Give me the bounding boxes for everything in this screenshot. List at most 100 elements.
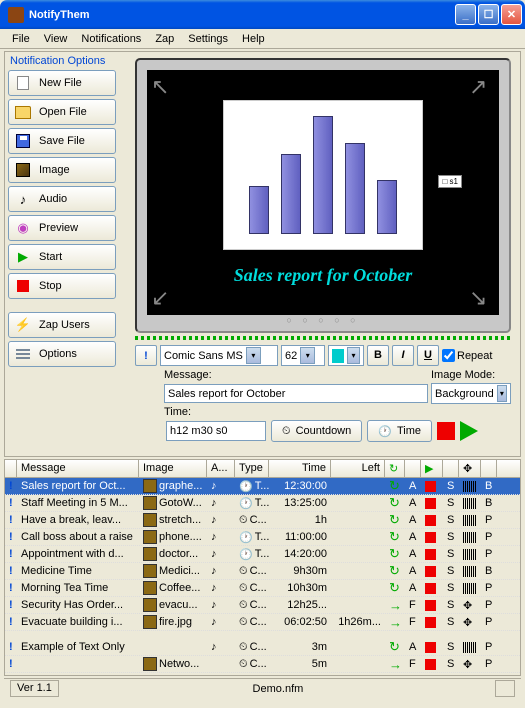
- col-message[interactable]: Message: [17, 460, 139, 477]
- notification-table: Message Image A... Type Time Left ↻ ▶ ✥ …: [4, 459, 521, 676]
- status-bar: Ver 1.1 Demo.nfm: [4, 678, 521, 698]
- row-time: 06:02:50: [269, 615, 331, 629]
- menu-help[interactable]: Help: [235, 31, 272, 47]
- row-stop-icon: [421, 480, 443, 493]
- row-marker: !: [5, 496, 17, 510]
- table-row[interactable]: !Security Has Order... evacu...♪⏲ C...12…: [5, 597, 520, 614]
- row-time: 1h: [269, 513, 331, 527]
- bold-button[interactable]: B: [367, 345, 389, 366]
- chevron-down-icon: ▾: [300, 347, 315, 364]
- font-combo[interactable]: Comic Sans MS▾: [160, 345, 278, 366]
- save-file-button[interactable]: Save File: [8, 128, 116, 154]
- menu-view[interactable]: View: [37, 31, 75, 47]
- table-row[interactable]: ! Netwo...⏲ C...5m→FS✥P: [5, 656, 520, 673]
- table-row[interactable]: !Call boss about a raise phone....♪🕐 T..…: [5, 529, 520, 546]
- table-row[interactable]: !Example of Text Only♪⏲ C...3m↻ASP: [5, 639, 520, 656]
- row-stop-icon: [421, 565, 443, 578]
- color-combo[interactable]: ▾: [328, 345, 364, 366]
- repeat-checkbox[interactable]: Repeat: [442, 349, 492, 362]
- app-icon: [8, 7, 24, 23]
- row-message: Sales report for Oct...: [17, 479, 139, 493]
- separator: [135, 336, 511, 340]
- col-image[interactable]: Image: [139, 460, 207, 477]
- imgmode-combo[interactable]: Background▾: [431, 383, 511, 404]
- table-row[interactable]: !Evacuate building i... fire.jpg♪⏲ C...0…: [5, 614, 520, 631]
- type-icon: 🕐: [239, 548, 253, 561]
- type-icon: ⏲: [239, 599, 248, 612]
- italic-button[interactable]: I: [392, 345, 414, 366]
- countdown-button[interactable]: ⏲Countdown: [271, 420, 362, 442]
- row-audio: [207, 663, 235, 665]
- row-audio: ♪: [207, 564, 235, 578]
- play-icon: ▶: [15, 249, 31, 265]
- preview-caption: Sales report for October: [234, 265, 413, 286]
- start-button[interactable]: ▶Start: [8, 244, 116, 270]
- thumbnail-icon: [143, 615, 157, 629]
- row-type: 🕐 T...: [235, 547, 269, 562]
- preview-button[interactable]: ◉Preview: [8, 215, 116, 241]
- row-move-icon: ✥: [459, 598, 481, 613]
- row-marker: !: [5, 657, 17, 671]
- col-repeat-icon[interactable]: ↻: [385, 460, 405, 477]
- options-icon: [15, 346, 31, 362]
- menu-zap[interactable]: Zap: [148, 31, 181, 47]
- close-button[interactable]: ✕: [501, 4, 522, 25]
- row-stop-icon: [421, 599, 443, 612]
- table-row[interactable]: !Medicine Time Medici...♪⏲ C...9h30m↻ASB: [5, 563, 520, 580]
- new-file-button[interactable]: New File: [8, 70, 116, 96]
- row-move-icon: [459, 582, 481, 595]
- menu-settings[interactable]: Settings: [181, 31, 235, 47]
- type-icon: ⏲: [239, 658, 248, 671]
- maximize-button[interactable]: ☐: [478, 4, 499, 25]
- type-icon: 🕐: [239, 480, 253, 493]
- menu-notifications[interactable]: Notifications: [74, 31, 148, 47]
- row-repeat-icon: ↻: [385, 562, 405, 580]
- row-marker: !: [5, 479, 17, 493]
- imgmode-label: Image Mode:: [431, 369, 511, 381]
- preview-chart: □ s1: [223, 100, 423, 250]
- row-image: phone....: [139, 529, 207, 545]
- resize-grip[interactable]: [495, 680, 515, 697]
- options-button[interactable]: Options: [8, 341, 116, 367]
- zap-users-button[interactable]: ⚡Zap Users: [8, 312, 116, 338]
- message-input[interactable]: [164, 384, 428, 403]
- type-icon: ⏲: [239, 616, 248, 629]
- size-combo[interactable]: 62▾: [281, 345, 325, 366]
- row-image: stretch...: [139, 512, 207, 528]
- col-time[interactable]: Time: [269, 460, 331, 477]
- col-move-icon[interactable]: ✥: [459, 460, 481, 477]
- row-type: 🕐 T...: [235, 479, 269, 494]
- row-image: graphe...: [139, 478, 207, 494]
- play-button[interactable]: [460, 421, 478, 441]
- table-row[interactable]: !Staff Meeting in 5 M... GotoW...♪🕐 T...…: [5, 495, 520, 512]
- col-audio[interactable]: A...: [207, 460, 235, 477]
- preview-monitor: ↖ ↗ ↙ ↘ □ s1 Sales report for October ○ …: [135, 58, 511, 333]
- underline-button[interactable]: U: [417, 345, 439, 366]
- disk-icon: [15, 133, 31, 149]
- col-type[interactable]: Type: [235, 460, 269, 477]
- alert-icon-button[interactable]: !: [135, 345, 157, 366]
- row-audio: ♪: [207, 496, 235, 510]
- col-left[interactable]: Left: [331, 460, 385, 477]
- time-input[interactable]: h12 m30 s0: [166, 421, 266, 441]
- type-icon: ⏲: [239, 514, 248, 527]
- col-play-icon[interactable]: ▶: [421, 460, 443, 477]
- row-message: Call boss about a raise: [17, 530, 139, 544]
- table-row[interactable]: !Morning Tea Time Coffee...♪⏲ C...10h30m…: [5, 580, 520, 597]
- time-button[interactable]: 🕐Time: [367, 420, 432, 442]
- eye-icon: ◉: [15, 220, 31, 236]
- table-row[interactable]: !Have a break, leav... stretch...♪⏲ C...…: [5, 512, 520, 529]
- minimize-button[interactable]: _: [455, 4, 476, 25]
- record-button[interactable]: [437, 422, 455, 440]
- row-repeat-icon: →: [385, 614, 405, 631]
- table-row[interactable]: !Appointment with d... doctor...♪🕐 T...1…: [5, 546, 520, 563]
- row-type: ⏲ C...: [235, 598, 269, 613]
- row-repeat-icon: →: [385, 656, 405, 673]
- table-row[interactable]: !Sales report for Oct... graphe...♪🕐 T..…: [5, 478, 520, 495]
- open-file-button[interactable]: Open File: [8, 99, 116, 125]
- countdown-icon: ⏲: [282, 425, 291, 438]
- audio-button[interactable]: ♪Audio: [8, 186, 116, 212]
- stop-button[interactable]: Stop: [8, 273, 116, 299]
- menu-file[interactable]: File: [5, 31, 37, 47]
- image-button[interactable]: Image: [8, 157, 116, 183]
